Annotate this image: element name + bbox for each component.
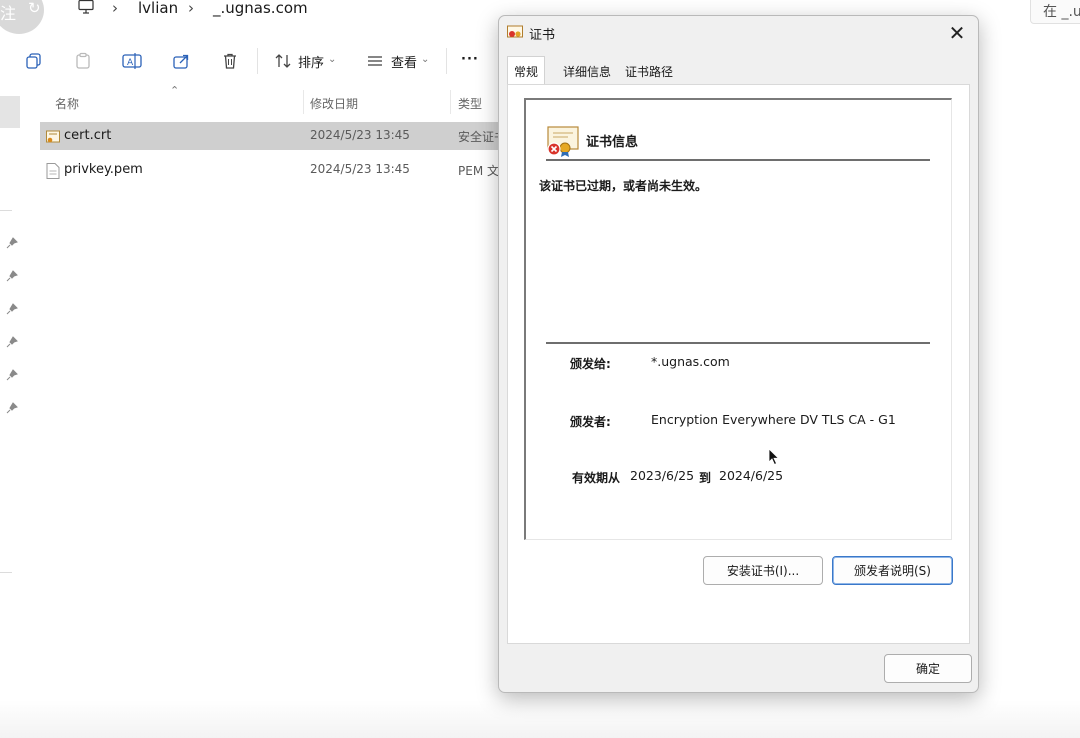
breadcrumb-chevron-icon: › — [112, 0, 118, 17]
breadcrumb-item[interactable]: _.ugnas.com — [213, 0, 308, 17]
corner-text: 注 — [0, 4, 17, 23]
issued-to-value: *.ugnas.com — [651, 354, 730, 369]
breadcrumb-item[interactable]: lvlian — [138, 0, 178, 17]
file-name: privkey.pem — [64, 162, 143, 177]
issued-by-value: Encryption Everywhere DV TLS CA - G1 — [651, 412, 896, 427]
divider — [546, 159, 930, 161]
file-row-privkey[interactable]: privkey.pem 2024/5/23 13:45 PEM 文件 — [40, 156, 510, 184]
mouse-cursor-icon — [768, 448, 780, 466]
svg-text:A: A — [127, 58, 134, 68]
tab-details[interactable]: 详细信息 — [557, 61, 617, 85]
search-input[interactable]: 在 _.u — [1030, 0, 1080, 24]
file-type: PEM 文件 — [458, 164, 498, 178]
issued-by-label: 颁发者: — [570, 415, 611, 429]
pin-icon[interactable] — [6, 369, 18, 381]
column-header-type[interactable]: 类型 — [458, 95, 482, 112]
column-header-name[interactable]: 名称 — [55, 95, 79, 112]
share-icon[interactable] — [171, 51, 191, 71]
pin-icon[interactable] — [6, 402, 18, 414]
toolbar-divider — [257, 48, 258, 74]
close-icon[interactable]: ✕ — [945, 22, 969, 44]
divider — [546, 342, 930, 344]
refresh-icon[interactable]: ↻ — [28, 0, 41, 17]
sort-ascending-icon: ⌃ — [170, 84, 180, 97]
delete-icon[interactable] — [220, 51, 240, 71]
nav-divider — [0, 210, 12, 211]
valid-from-value: 2023/6/25 — [630, 468, 695, 483]
tab-cert-path[interactable]: 证书路径 — [619, 61, 679, 85]
ok-button[interactable]: 确定 — [884, 654, 972, 683]
sort-button[interactable]: 排序 — [298, 52, 324, 71]
file-row-cert[interactable]: cert.crt 2024/5/23 13:45 安全证书 — [40, 122, 510, 150]
chevron-down-icon[interactable]: ⌄ — [328, 54, 336, 65]
copy-icon[interactable] — [24, 51, 44, 71]
nav-divider — [0, 572, 12, 573]
column-divider[interactable] — [303, 90, 304, 114]
certificate-file-icon — [46, 130, 60, 143]
certificate-info-heading: 证书信息 — [586, 135, 639, 150]
pin-icon[interactable] — [6, 237, 18, 249]
dialog-title: 证书 — [529, 28, 556, 43]
install-certificate-button[interactable]: 安装证书(I)... — [703, 556, 823, 585]
tab-general[interactable]: 常规 — [507, 56, 546, 85]
view-button[interactable]: 查看 — [391, 52, 417, 71]
pin-icon[interactable] — [6, 336, 18, 348]
certificate-dialog: 证书 ✕ 常规 详细信息 证书路径 证书信息 该证书已过期，或者尚未生效。 颁发… — [498, 15, 979, 693]
certificate-warning-icon — [547, 126, 579, 157]
certificate-icon — [507, 25, 523, 38]
sort-icon[interactable] — [273, 51, 293, 71]
view-icon[interactable] — [365, 51, 385, 71]
file-modified: 2024/5/23 13:45 — [310, 162, 410, 176]
this-pc-icon[interactable] — [78, 0, 94, 14]
valid-to-value: 2024/6/25 — [719, 468, 784, 483]
file-type: 安全证书 — [458, 130, 498, 144]
column-header-modified[interactable]: 修改日期 — [310, 95, 358, 112]
rename-icon[interactable]: A — [122, 51, 142, 71]
toolbar-divider — [446, 48, 447, 74]
issuer-statement-button[interactable]: 颁发者说明(S) — [832, 556, 953, 585]
certificate-status-message: 该证书已过期，或者尚未生效。 — [539, 179, 708, 193]
pin-icon[interactable] — [6, 270, 18, 282]
status-bar — [0, 700, 1080, 738]
breadcrumb-chevron-icon: › — [188, 0, 194, 17]
chevron-down-icon[interactable]: ⌄ — [421, 54, 429, 65]
more-options-button[interactable]: ··· — [461, 52, 479, 67]
screen: { "explorer": { "corner_text": "注", "bre… — [0, 0, 1080, 738]
issued-to-label: 颁发给: — [570, 357, 611, 371]
valid-from-label: 有效期从 — [572, 471, 621, 485]
pin-icon[interactable] — [6, 303, 18, 315]
document-file-icon — [46, 163, 60, 179]
valid-to-label: 到 — [699, 471, 712, 485]
paste-icon[interactable] — [73, 51, 93, 71]
certificate-info-box: 证书信息 该证书已过期，或者尚未生效。 颁发给: *.ugnas.com 颁发者… — [524, 98, 952, 540]
column-divider[interactable] — [450, 90, 451, 114]
file-name: cert.crt — [64, 128, 112, 143]
nav-pane-selected[interactable] — [0, 96, 20, 128]
file-modified: 2024/5/23 13:45 — [310, 128, 410, 142]
